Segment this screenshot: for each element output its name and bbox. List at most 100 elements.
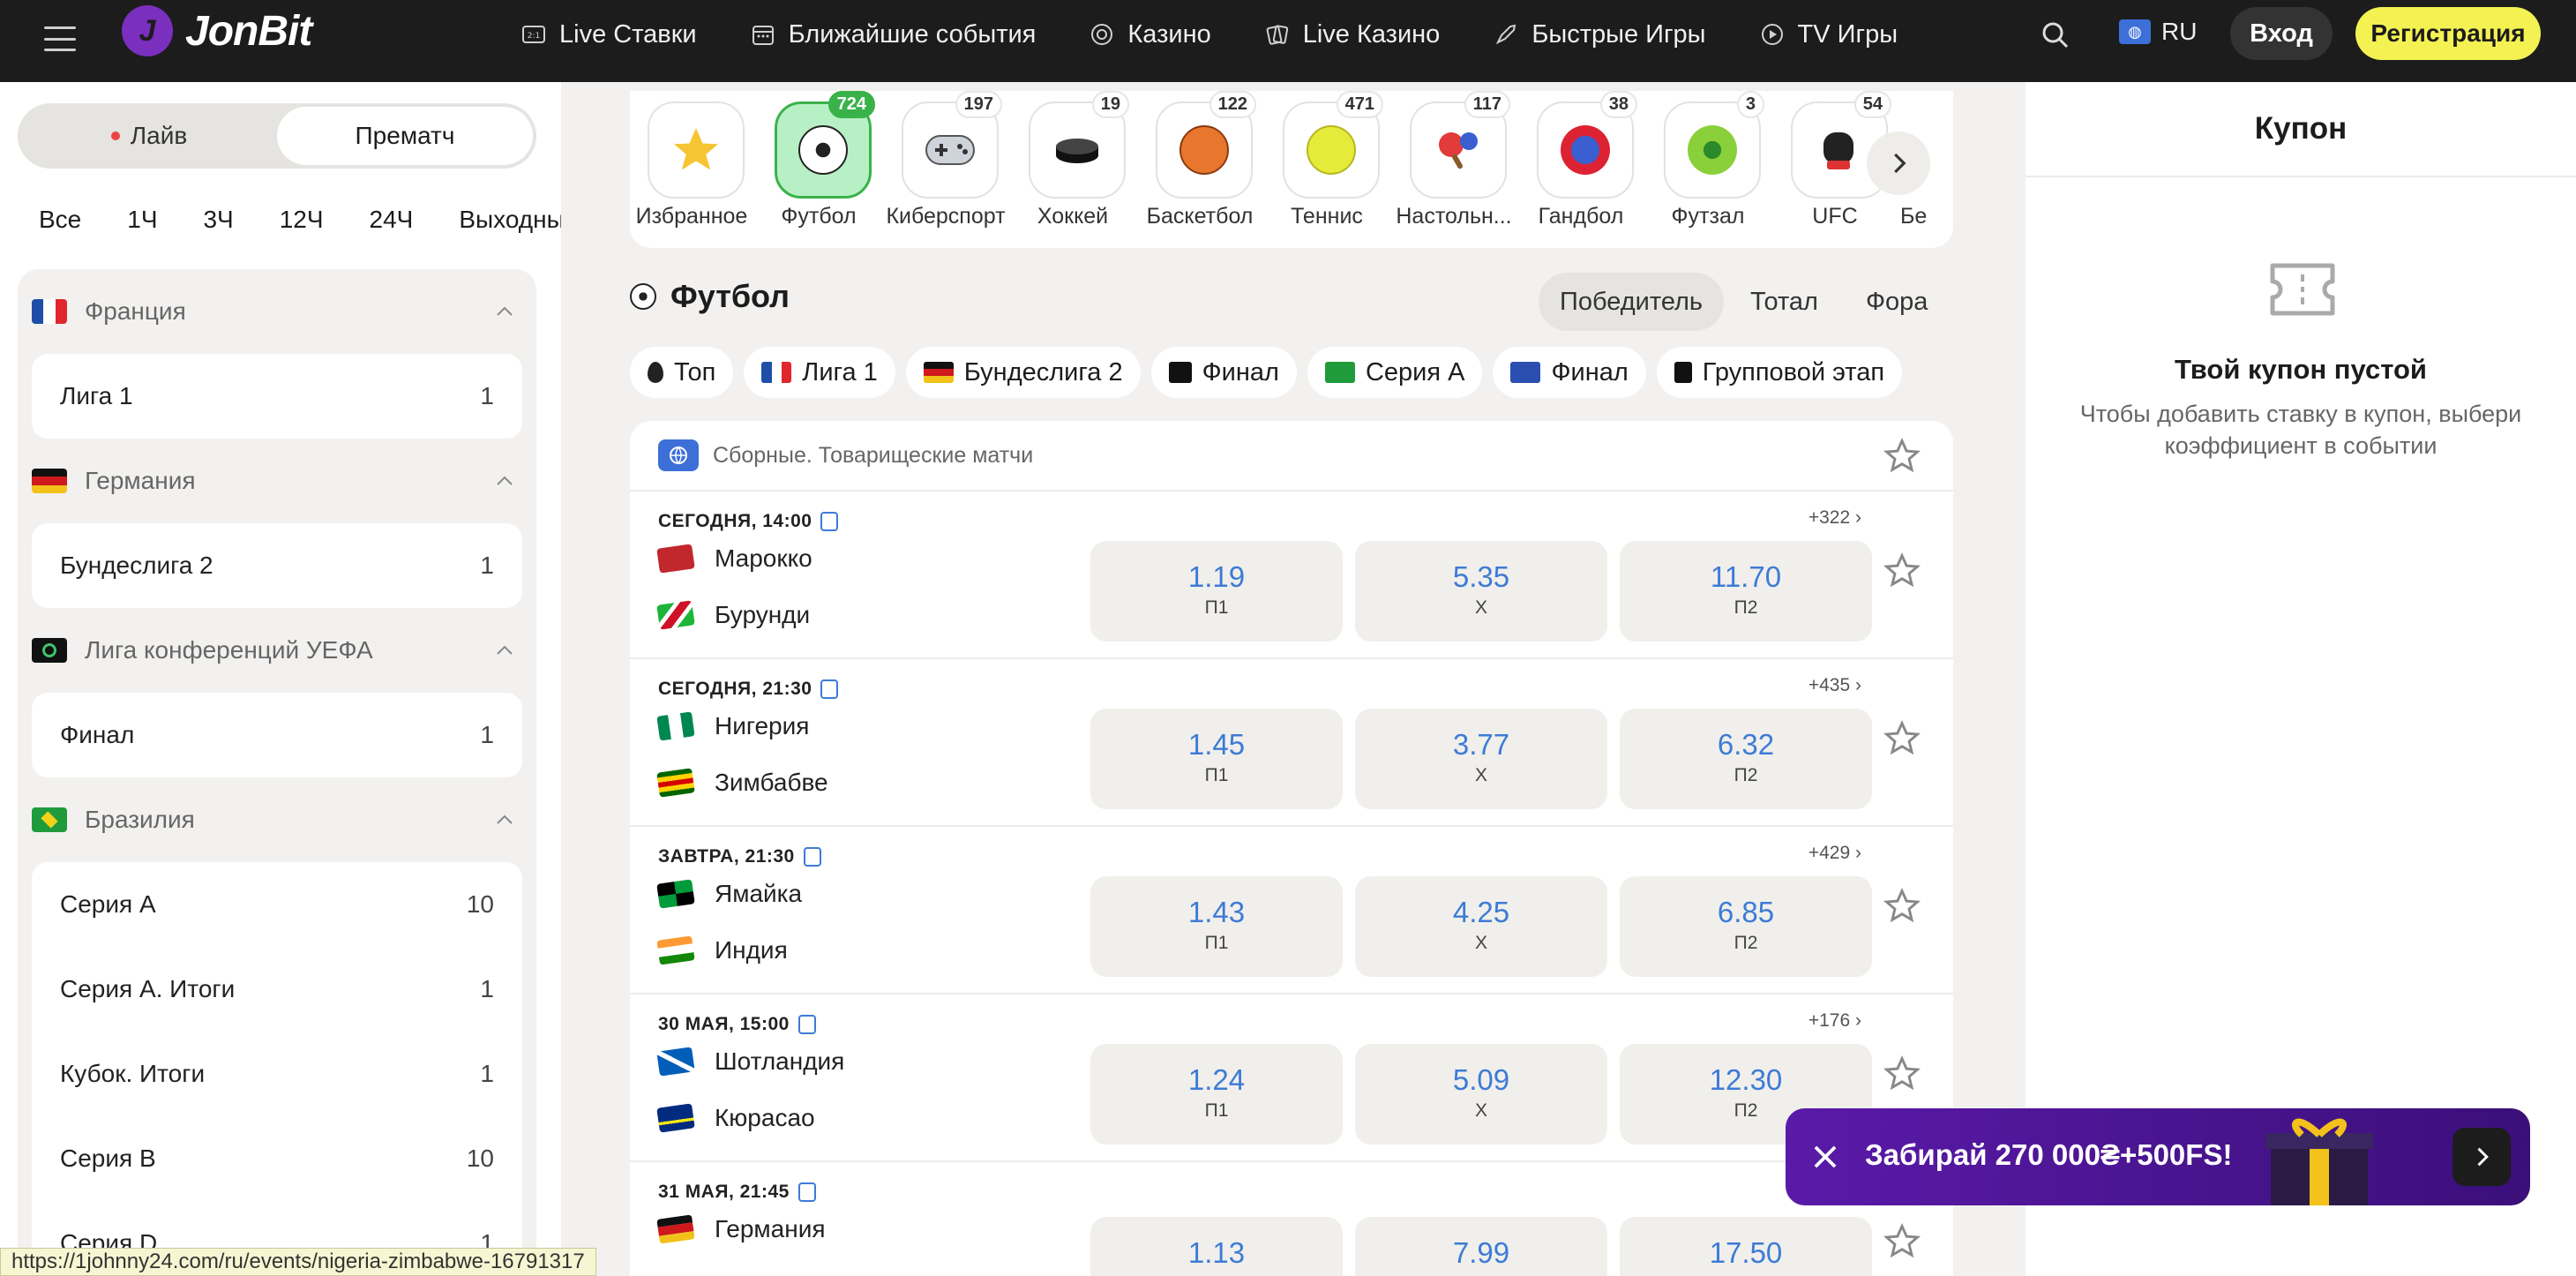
time-filter-12h[interactable]: 12Ч <box>280 206 324 234</box>
sport-label: UFC <box>1812 204 1858 229</box>
language-selector[interactable]: ◍ RU <box>2119 18 2197 46</box>
league-item[interactable]: Финал 1 <box>32 693 522 777</box>
nav-tv-games[interactable]: TV Игры <box>1759 20 1898 49</box>
sport-basketball[interactable]: 122 Баскетбол <box>1138 91 1262 248</box>
league-item[interactable]: Серия A. Итоги 1 <box>32 947 522 1032</box>
sport-count: 197 <box>955 91 1002 118</box>
league-item[interactable]: Бундеслига 2 1 <box>32 523 522 608</box>
search-icon[interactable] <box>2038 18 2073 53</box>
tv-games-icon <box>1759 21 1786 48</box>
event-row[interactable]: СЕГОДНЯ, 21:30 +435 › Нигерия Зимбабве 1… <box>630 659 1953 827</box>
more-markets-link[interactable]: +435 › <box>1808 675 1861 696</box>
chip-final[interactable]: Финал <box>1150 347 1297 398</box>
event-row[interactable]: СЕГОДНЯ, 14:00 +322 › Марокко Бурунди 1.… <box>630 492 1953 659</box>
time-filter-all[interactable]: Все <box>39 206 81 234</box>
stats-icon <box>820 679 839 699</box>
odd-button-p2[interactable]: 6.32 П2 <box>1620 709 1872 809</box>
group-header-brazil[interactable]: Бразилия <box>18 777 536 862</box>
brand-name: JonBit <box>185 7 312 55</box>
group-header-france[interactable]: Франция <box>18 269 536 354</box>
group-header-germany[interactable]: Германия <box>18 439 536 523</box>
sport-favorites[interactable]: Избранное <box>630 91 753 248</box>
tab-winner[interactable]: Победитель <box>1539 273 1725 331</box>
odd-button-p1[interactable]: 1.43 П1 <box>1090 876 1343 977</box>
star-outline-icon[interactable] <box>1883 552 1921 590</box>
star-outline-icon[interactable] <box>1883 887 1921 926</box>
menu-icon[interactable] <box>42 21 78 56</box>
odd-button-x[interactable]: 5.35 Х <box>1355 541 1607 642</box>
sport-futsal[interactable]: 3 Футзал <box>1646 91 1770 248</box>
league-item[interactable]: Серия B 10 <box>32 1116 522 1201</box>
nav-casino[interactable]: Казино <box>1089 20 1211 49</box>
event-row[interactable]: ЗАВТРА, 21:30 +429 › Ямайка Индия 1.43 П1… <box>630 827 1953 995</box>
group-header-uefa-conference[interactable]: Лига конференций УЕФА <box>18 608 536 693</box>
star-outline-icon[interactable] <box>1883 719 1921 758</box>
more-markets-link[interactable]: +176 › <box>1808 1010 1861 1032</box>
odd-button-p2[interactable]: 17.50 <box>1620 1217 1872 1276</box>
toggle-prematch[interactable]: Прематч <box>277 107 533 165</box>
more-markets-link[interactable]: +429 › <box>1808 843 1861 864</box>
chip-group-stage[interactable]: Групповой этап <box>1656 347 1903 398</box>
event-row[interactable]: 31 МАЯ, 21:45 Германия 1.13 7.99 17.50 <box>630 1162 1953 1276</box>
home-team: Ямайка <box>656 879 802 909</box>
chevron-right-icon[interactable] <box>1867 131 1930 195</box>
chip-ligue1[interactable]: Лига 1 <box>744 347 895 398</box>
more-markets-count: +429 <box>1808 843 1851 863</box>
odd-button-p1[interactable]: 1.24 П1 <box>1090 1044 1343 1145</box>
promo-banner[interactable]: Забирай 270 000₴+500FS! <box>1786 1108 2530 1205</box>
tab-total[interactable]: Тотал <box>1729 273 1839 331</box>
nav-live-casino[interactable]: Live Казино <box>1264 20 1440 49</box>
register-button[interactable]: Регистрация <box>2355 7 2541 60</box>
team-name: Зимбабве <box>715 769 828 796</box>
nav-upcoming[interactable]: Ближайшие события <box>750 20 1036 49</box>
nav-fast-games[interactable]: Быстрые Игры <box>1493 20 1706 49</box>
sport-count: 3 <box>1736 91 1764 118</box>
close-icon[interactable] <box>1808 1140 1842 1174</box>
chip-bundesliga2[interactable]: Бундеслига 2 <box>905 347 1141 398</box>
odd-button-p2[interactable]: 6.85 П2 <box>1620 876 1872 977</box>
odd-button-p1[interactable]: 1.45 П1 <box>1090 709 1343 809</box>
event-row[interactable]: 30 МАЯ, 15:00 +176 › Шотландия Кюрасао 1… <box>630 995 1953 1162</box>
star-outline-icon[interactable] <box>1883 1055 1921 1093</box>
live-dot-icon <box>110 131 120 140</box>
language-code: RU <box>2161 18 2198 45</box>
sport-table-tennis[interactable]: 117 Настольн... <box>1392 91 1516 248</box>
odd-button-p2[interactable]: 11.70 П2 <box>1620 541 1872 642</box>
gift-box-icon <box>2265 1118 2373 1205</box>
flag-germany-icon <box>923 362 954 383</box>
odd-label: Х <box>1474 933 1487 953</box>
odd-button-p1[interactable]: 1.13 <box>1090 1217 1343 1276</box>
nav-live-bets[interactable]: 2:1 Live Ставки <box>520 20 697 49</box>
odd-button-x[interactable]: 4.25 Х <box>1355 876 1607 977</box>
brand-logo[interactable]: J JonBit <box>122 5 312 56</box>
chip-top[interactable]: Топ <box>630 347 734 398</box>
odd-button-x[interactable]: 3.77 Х <box>1355 709 1607 809</box>
login-button[interactable]: Вход <box>2230 7 2333 60</box>
league-count: 1 <box>480 382 494 409</box>
league-item[interactable]: Лига 1 1 <box>32 354 522 439</box>
tab-handicap[interactable]: Фора <box>1845 273 1949 331</box>
odd-button-x[interactable]: 7.99 <box>1355 1217 1607 1276</box>
league-item[interactable]: Серия A 10 <box>32 862 522 947</box>
sport-esports[interactable]: 197 Киберспорт <box>884 91 1007 248</box>
star-outline-icon[interactable] <box>1883 437 1921 476</box>
time-filter-3h[interactable]: 3Ч <box>203 206 233 234</box>
sport-football[interactable]: 724 Футбол <box>757 91 880 248</box>
odd-button-p1[interactable]: 1.19 П1 <box>1090 541 1343 642</box>
odd-button-x[interactable]: 5.09 Х <box>1355 1044 1607 1145</box>
star-outline-icon[interactable] <box>1883 1222 1921 1261</box>
league-item[interactable]: Кубок. Итоги 1 <box>32 1032 522 1116</box>
sport-hockey[interactable]: 19 Хоккей <box>1011 91 1134 248</box>
chip-final-2[interactable]: Финал <box>1493 347 1646 398</box>
sport-count: 471 <box>1336 91 1383 118</box>
toggle-live[interactable]: Лайв <box>21 107 277 165</box>
time-filter-1h[interactable]: 1Ч <box>127 206 157 234</box>
group-body: Бундеслига 2 1 <box>32 523 522 608</box>
chip-serie-a[interactable]: Серия A <box>1307 347 1483 398</box>
odd-value: 6.85 <box>1717 896 1775 928</box>
chevron-right-icon[interactable] <box>2452 1128 2511 1186</box>
time-filter-24h[interactable]: 24Ч <box>370 206 414 234</box>
more-markets-link[interactable]: +322 › <box>1808 507 1861 529</box>
sport-tennis[interactable]: 471 Теннис <box>1265 91 1389 248</box>
sport-handball[interactable]: 38 Гандбол <box>1519 91 1643 248</box>
